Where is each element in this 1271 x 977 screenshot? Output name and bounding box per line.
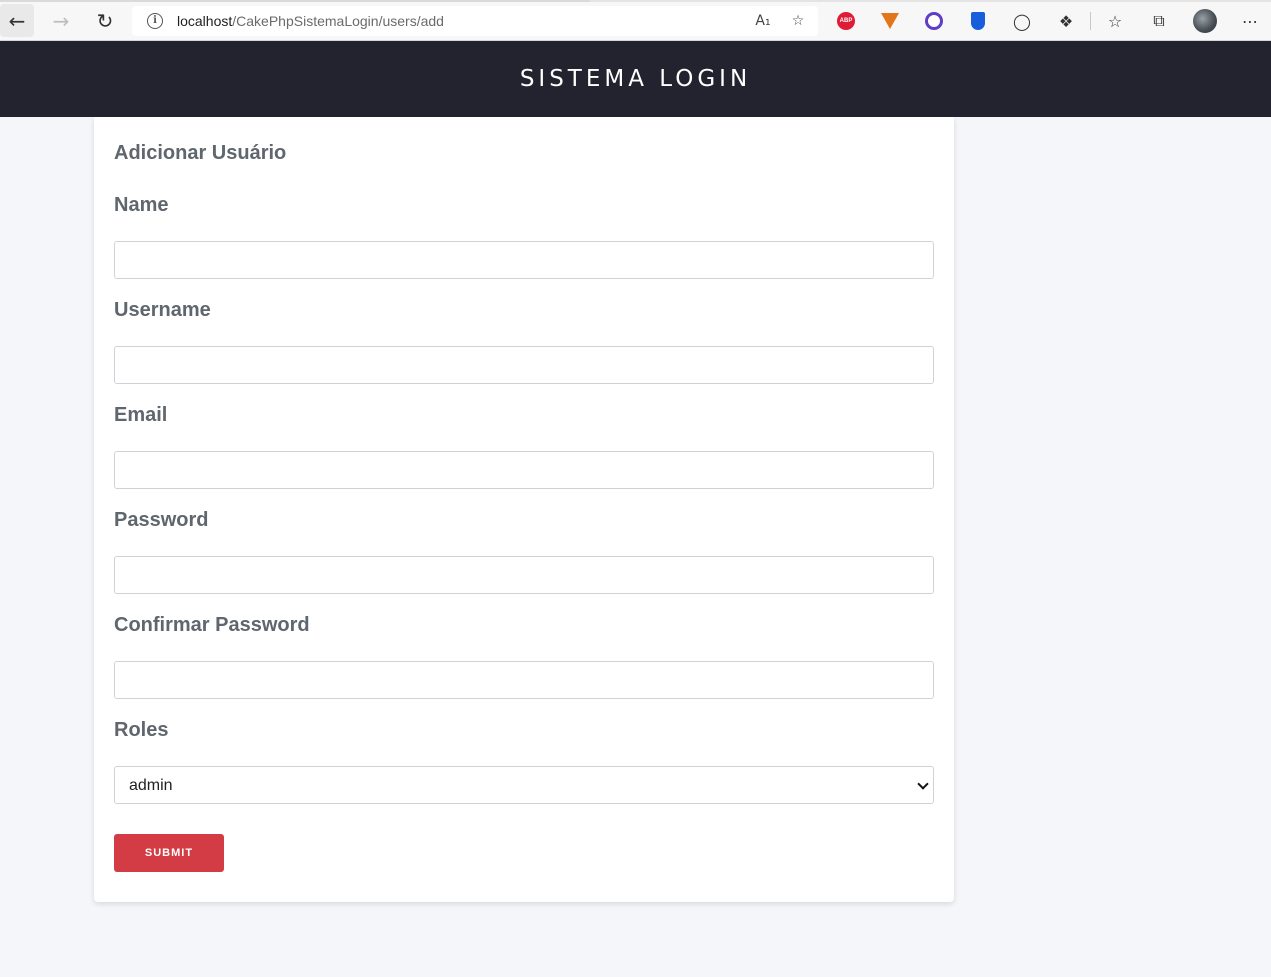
password-label: Password <box>114 509 209 531</box>
forward-arrow-icon: → <box>52 8 70 33</box>
collections-icon: ⧉ <box>1153 11 1165 30</box>
bitwarden-extension-button[interactable] <box>967 10 989 32</box>
address-bar[interactable]: i localhost/CakePhpSistemaLogin/users/ad… <box>132 6 818 36</box>
name-label: Name <box>114 194 169 216</box>
confirm-password-label: Confirmar Password <box>114 614 310 636</box>
favorites-button[interactable]: ☆ <box>1104 10 1126 32</box>
more-icon: ⋯ <box>1242 11 1258 31</box>
braces-circle-icon: ◯ <box>1013 11 1031 31</box>
reload-button[interactable]: ↻ <box>88 4 122 37</box>
confirm-password-input[interactable] <box>114 661 934 699</box>
forward-button[interactable]: → <box>44 4 78 37</box>
email-label: Email <box>114 404 168 426</box>
metamask-extension-button[interactable] <box>879 10 901 32</box>
roles-label: Roles <box>114 719 169 741</box>
more-button[interactable]: ⋯ <box>1239 10 1261 32</box>
username-input[interactable] <box>114 346 934 384</box>
read-aloud-icon[interactable]: A₁ <box>752 10 774 32</box>
add-user-form: Adicionar Usuário Name Username Email Pa… <box>94 117 954 902</box>
favorites-icon: ☆ <box>1107 11 1123 31</box>
info-icon[interactable]: i <box>147 13 163 29</box>
url-host: localhost <box>177 13 233 29</box>
browser-toolbar: ← → ↻ i localhost/CakePhpSistemaLogin/us… <box>0 0 1271 41</box>
extensions-button[interactable]: ❖ <box>1055 10 1077 32</box>
fox-icon <box>881 13 899 29</box>
circle-extension-icon <box>925 12 943 30</box>
code-extension-button[interactable]: ◯ <box>1011 10 1033 32</box>
extensions-icon: ❖ <box>1058 11 1074 31</box>
password-input[interactable] <box>114 556 934 594</box>
username-label: Username <box>114 299 211 321</box>
collections-button[interactable]: ⧉ <box>1148 10 1170 32</box>
adblock-extension-button[interactable]: ABP <box>835 10 857 32</box>
shield-icon <box>971 12 985 30</box>
roles-select[interactable]: admin <box>114 766 934 804</box>
purple-extension-button[interactable] <box>923 10 945 32</box>
form-title: Adicionar Usuário <box>114 142 287 164</box>
add-favorite-icon[interactable]: ☆ <box>787 10 809 32</box>
reload-icon: ↻ <box>96 8 114 33</box>
profile-avatar[interactable] <box>1193 9 1217 33</box>
chevron-down-icon <box>917 778 929 790</box>
submit-button[interactable]: SUBMIT <box>114 834 224 872</box>
back-button[interactable]: ← <box>0 4 34 37</box>
url-path: /CakePhpSistemaLogin/users/add <box>232 13 444 29</box>
site-header: SISTEMA LOGIN <box>0 41 1271 117</box>
toolbar-divider <box>1090 12 1091 30</box>
tab-strip <box>0 0 1271 2</box>
name-input[interactable] <box>114 241 934 279</box>
url-text[interactable]: localhost/CakePhpSistemaLogin/users/add <box>177 13 444 29</box>
adblock-icon: ABP <box>837 12 855 30</box>
back-arrow-icon: ← <box>8 8 26 33</box>
roles-selected-value: admin <box>129 777 173 794</box>
site-title: SISTEMA LOGIN <box>519 66 752 92</box>
email-input[interactable] <box>114 451 934 489</box>
